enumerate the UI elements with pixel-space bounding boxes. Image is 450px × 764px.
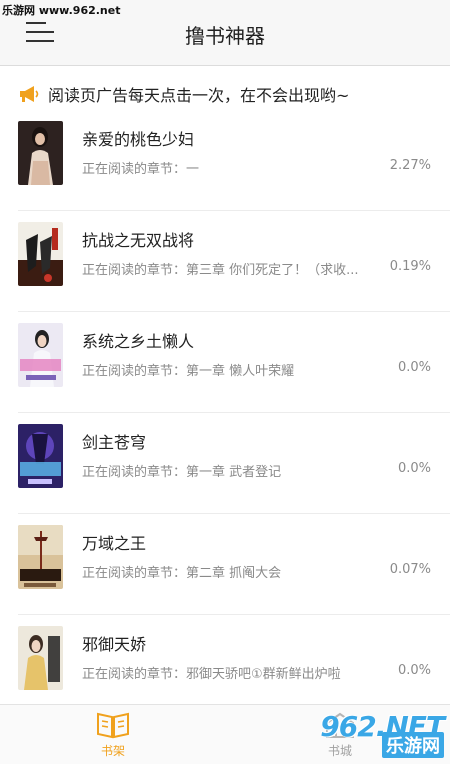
book-progress: 0.0% [397, 360, 431, 375]
book-row[interactable]: 邪御天娇 正在阅读的章节：邪御天骄吧①群新鲜出炉啦 0.0% [0, 615, 450, 716]
book-title: 邪御天娇 [82, 635, 147, 654]
book-title: 抗战之无双战将 [82, 231, 195, 250]
book-row[interactable]: 系统之乡土懒人 正在阅读的章节：第一章 懒人叶荣耀 0.0% [0, 312, 450, 413]
book-title: 万域之王 [82, 534, 147, 553]
megaphone-icon [20, 86, 39, 102]
book-current-chapter: 正在阅读的章节：第一章 武者登记 [82, 465, 282, 480]
book-progress: 0.07% [389, 562, 431, 577]
book-cover [18, 222, 63, 286]
bookshelf-icon [97, 712, 129, 739]
book-list: 亲爱的桃色少妇 正在阅读的章节：一 2.27% 抗战之无双战将 正在阅读的章节：… [0, 110, 450, 716]
page-title: 撸书神器 [185, 24, 265, 48]
book-title: 剑主苍穹 [82, 433, 147, 452]
book-row[interactable]: 万域之王 正在阅读的章节：第二章 抓阄大会 0.07% [0, 514, 450, 615]
book-progress: 0.19% [389, 259, 431, 274]
book-current-chapter: 正在阅读的章节：第一章 懒人叶荣耀 [82, 364, 295, 379]
notice-banner: 阅读页广告每天点击一次，在不会出现哟~ [0, 78, 450, 110]
watermark-text: 乐游网 [382, 732, 444, 758]
book-cover [18, 424, 63, 488]
book-title: 系统之乡土懒人 [82, 332, 195, 351]
book-current-chapter: 正在阅读的章节：一 [82, 162, 200, 177]
book-cover [18, 626, 63, 690]
book-current-chapter: 正在阅读的章节：邪御天骄吧①群新鲜出炉啦 [82, 667, 341, 682]
book-progress: 0.0% [397, 663, 431, 678]
book-progress: 2.27% [389, 158, 431, 173]
book-current-chapter: 正在阅读的章节：第三章 你们死定了！（求收... [82, 263, 359, 278]
watermark-bottom: 962.NET 乐游网 [314, 708, 445, 760]
notice-text: 阅读页广告每天点击一次，在不会出现哟~ [48, 86, 350, 105]
book-row[interactable]: 亲爱的桃色少妇 正在阅读的章节：一 2.27% [0, 110, 450, 211]
book-cover [18, 525, 63, 589]
watermark-top: 乐游网 www.962.net [2, 4, 121, 17]
book-title: 亲爱的桃色少妇 [82, 130, 195, 149]
tab-bookshelf-label: 书架 [100, 744, 125, 758]
book-row[interactable]: 剑主苍穹 正在阅读的章节：第一章 武者登记 0.0% [0, 413, 450, 514]
app-screen: 撸书神器 乐游网 www.962.net 阅读页广告每天点击一次，在不会出现哟~… [0, 0, 450, 764]
book-cover [18, 323, 63, 387]
book-row[interactable]: 抗战之无双战将 正在阅读的章节：第三章 你们死定了！（求收... 0.19% [0, 211, 450, 312]
book-current-chapter: 正在阅读的章节：第二章 抓阄大会 [82, 566, 282, 581]
book-cover [18, 121, 63, 185]
book-progress: 0.0% [397, 461, 431, 476]
tab-bookshelf[interactable]: 书架 [83, 711, 143, 759]
